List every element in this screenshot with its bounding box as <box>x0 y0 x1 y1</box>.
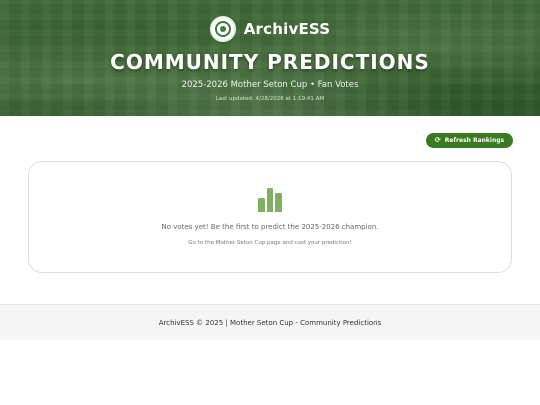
refresh-rankings-button[interactable]: ⟳ Refresh Rankings <box>426 133 513 148</box>
seal-logo-icon <box>209 16 236 42</box>
bar-chart-icon <box>258 188 282 212</box>
empty-state-card <box>28 161 512 273</box>
page-title: COMMUNITY PREDICTIONS <box>110 50 430 74</box>
hero-banner: ArchivESS COMMUNITY PREDICTIONS 2025-202… <box>0 0 540 116</box>
refresh-icon: ⟳ <box>434 136 441 144</box>
footer-text: ArchivESS © 2025 | Mother Seton Cup - Co… <box>158 319 382 327</box>
last-updated-text: Last updated: 4/28/2026 at 1:19:41 AM <box>215 96 325 102</box>
footer: ArchivESS © 2025 | Mother Seton Cup - Co… <box>0 304 540 340</box>
empty-state-hint: Go to the Mother Seton Cup page and cast… <box>188 240 352 246</box>
refresh-rankings-label: Refresh Rankings <box>444 137 505 144</box>
brand[interactable]: ArchivESS <box>0 16 540 42</box>
empty-state-title: No votes yet! Be the first to predict th… <box>161 223 379 231</box>
brand-name: ArchivESS <box>243 20 331 38</box>
page-subtitle: 2025-2026 Mother Seton Cup • Fan Votes <box>181 80 359 90</box>
